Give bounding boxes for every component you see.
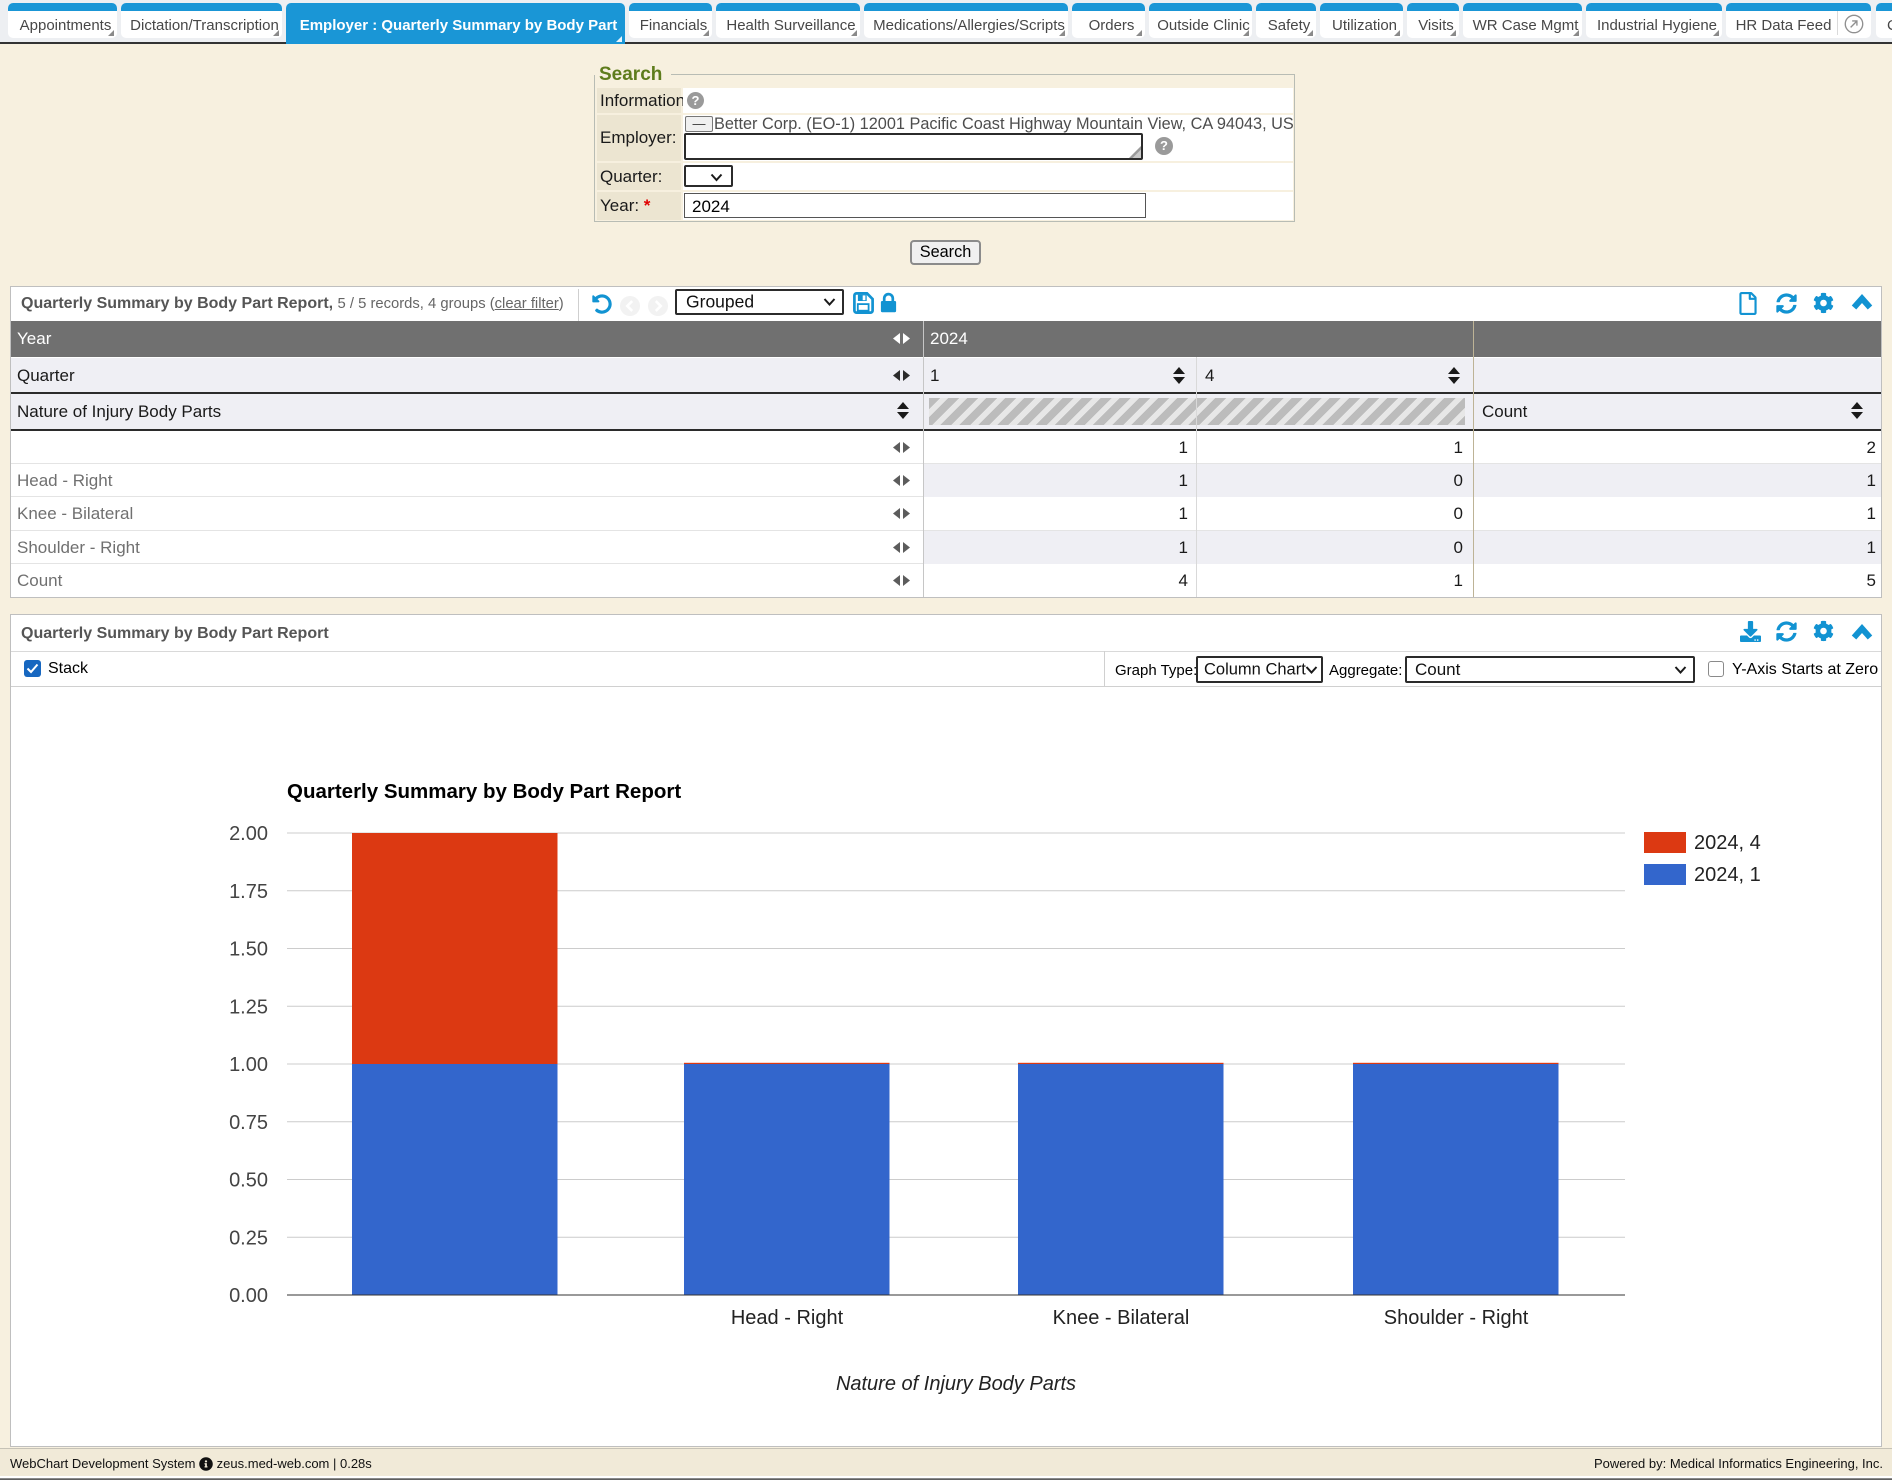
svg-text:0.75: 0.75 [229, 1112, 268, 1134]
svg-text:Shoulder - Right: Shoulder - Right [1384, 1307, 1529, 1329]
svg-text:0.50: 0.50 [229, 1170, 268, 1192]
svg-text:1.75: 1.75 [229, 881, 268, 903]
svg-text:1.00: 1.00 [229, 1054, 268, 1076]
svg-text:0.25: 0.25 [229, 1227, 268, 1249]
svg-text:1.50: 1.50 [229, 939, 268, 961]
svg-text:2024, 1: 2024, 1 [1694, 864, 1761, 886]
svg-text:Knee - Bilateral: Knee - Bilateral [1053, 1307, 1190, 1329]
svg-text:0.00: 0.00 [229, 1285, 268, 1307]
svg-text:2024, 4: 2024, 4 [1694, 832, 1761, 854]
svg-text:Nature of Injury Body Parts: Nature of Injury Body Parts [836, 1373, 1076, 1395]
svg-text:2.00: 2.00 [229, 823, 268, 845]
svg-text:Quarterly Summary by Body Part: Quarterly Summary by Body Part Report [287, 780, 681, 803]
svg-text:1.25: 1.25 [229, 996, 268, 1018]
svg-text:Head - Right: Head - Right [731, 1307, 844, 1329]
